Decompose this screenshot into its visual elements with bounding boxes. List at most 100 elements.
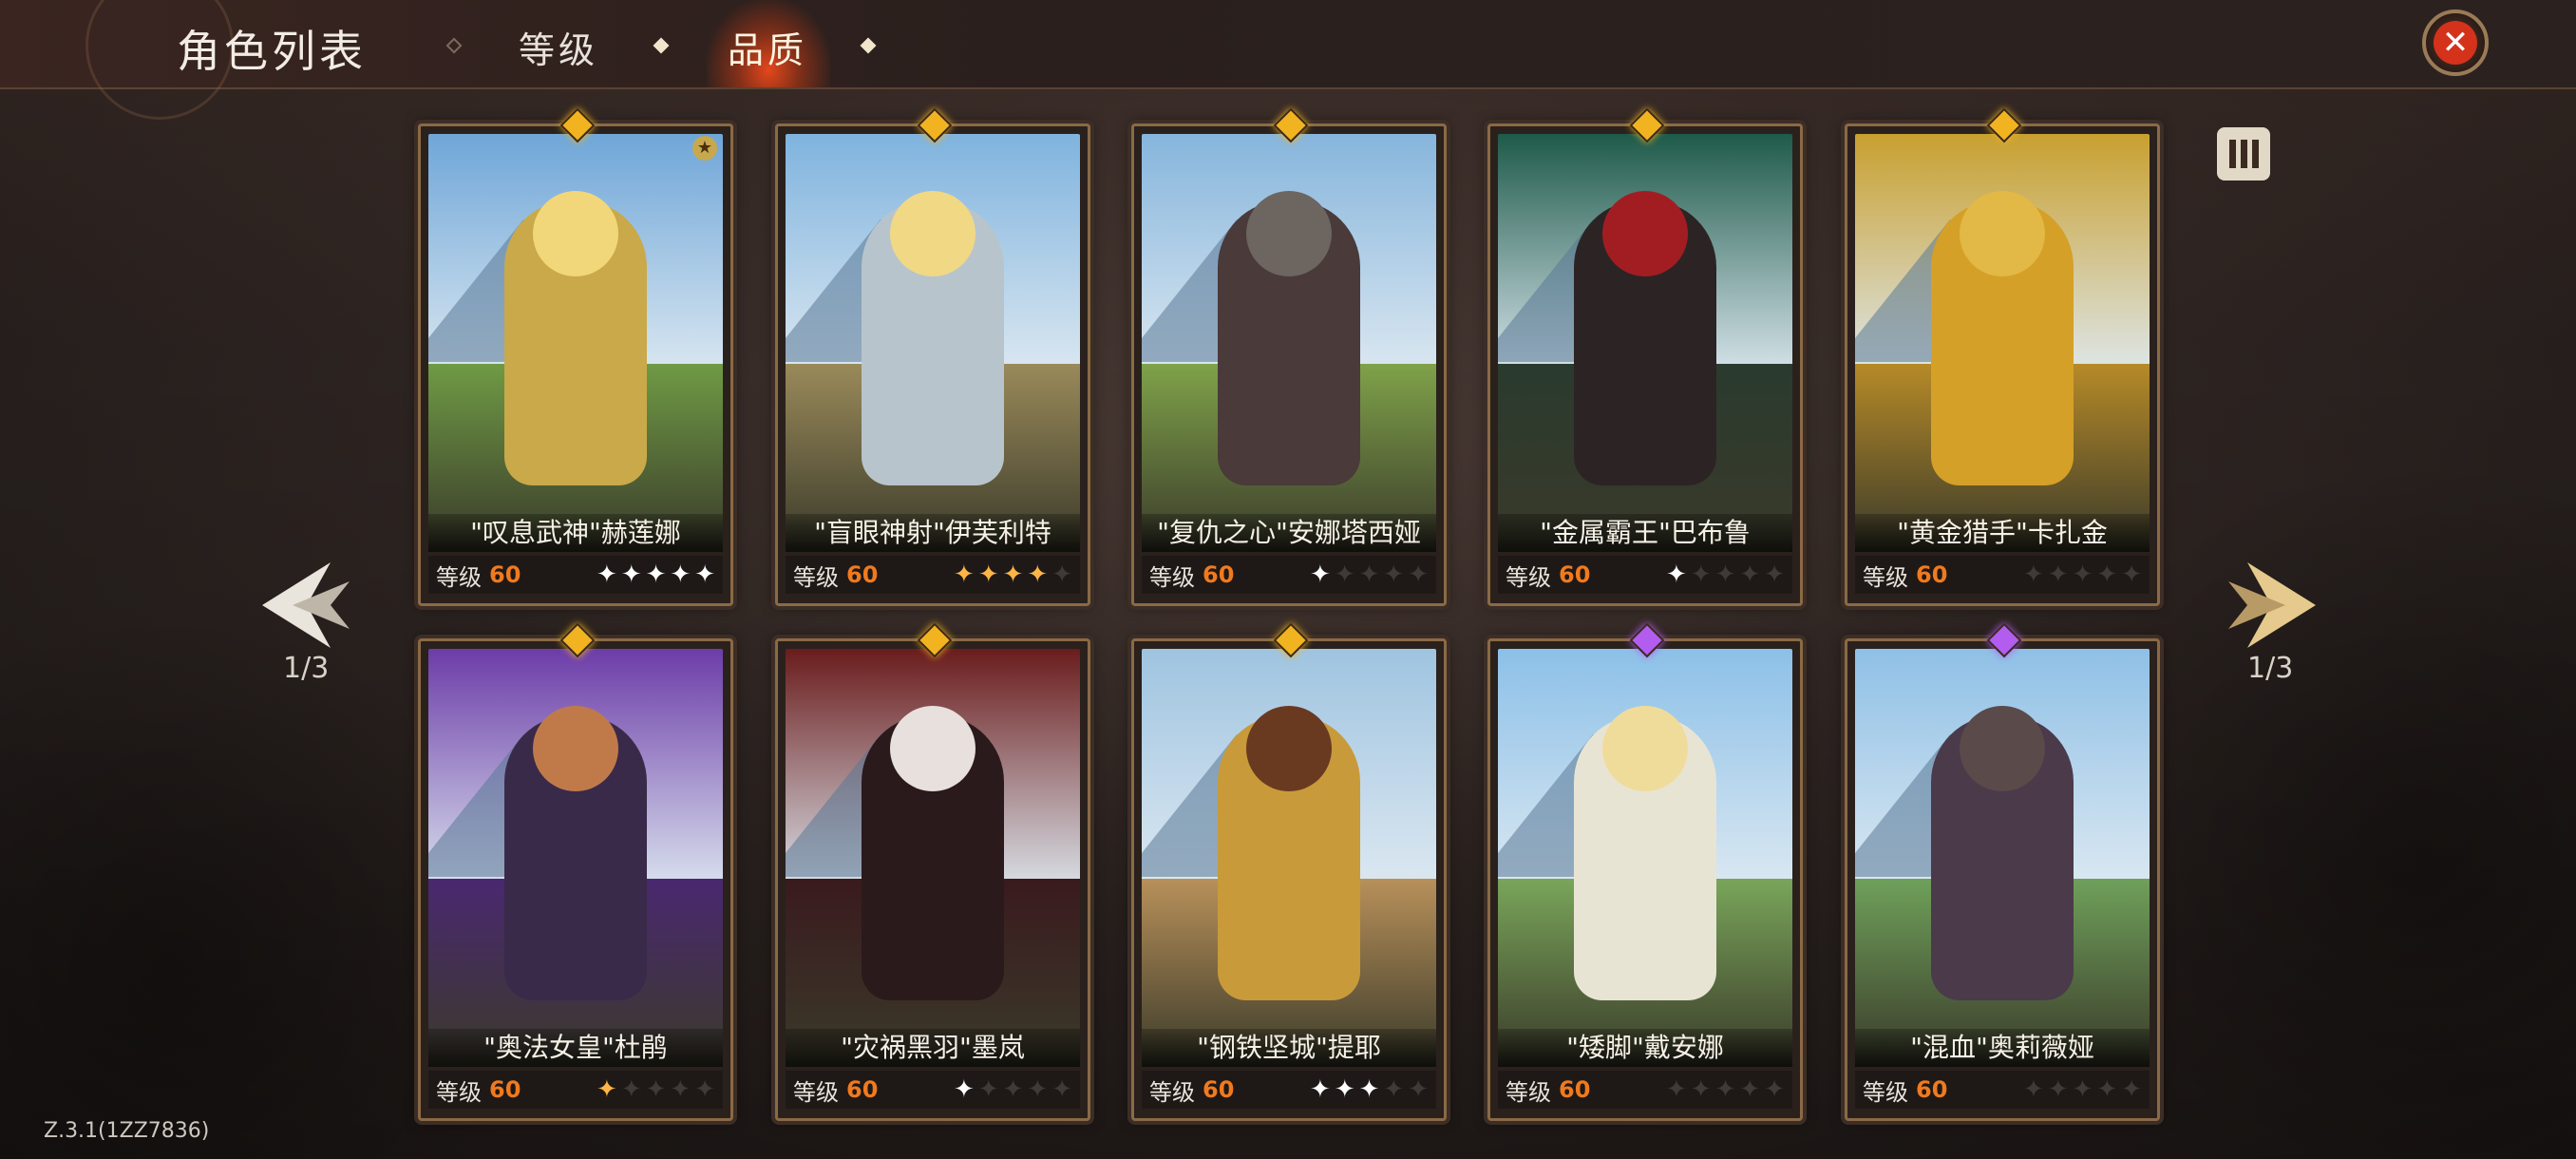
star-empty-icon: ✦ [1334, 560, 1355, 589]
star-empty-icon: ✦ [1002, 1075, 1024, 1104]
character-name: "金属霸王"巴布鲁 [1498, 514, 1792, 552]
character-portrait [1498, 649, 1792, 1067]
character-card[interactable]: "奥法女皇"杜鹃 等级 60 ✦ ✦ ✦ ✦ ✦ [418, 622, 733, 1121]
star-filled-icon: ✦ [1666, 560, 1687, 589]
star-rating: ✦ ✦ ✦ ✦ ✦ [1310, 562, 1429, 587]
star-rating: ✦ ✦ ✦ ✦ ✦ [1666, 1077, 1785, 1102]
filter-bar-icon [2240, 140, 2247, 168]
star-empty-icon: ✦ [694, 1075, 715, 1104]
level-label: 等级 [1506, 1078, 1551, 1106]
level-label: 等级 [1506, 563, 1551, 591]
character-name: "灾祸黑羽"墨岚 [786, 1029, 1080, 1067]
level-value: 60 [846, 561, 879, 588]
level-value: 60 [1559, 1076, 1591, 1103]
star-empty-icon: ✦ [1051, 560, 1072, 589]
character-card[interactable]: "混血"奥莉薇娅 等级 60 ✦ ✦ ✦ ✦ ✦ [1845, 622, 2160, 1121]
tab-level[interactable]: 等级 [519, 21, 598, 73]
star-empty-icon: ✦ [670, 1075, 691, 1104]
star-empty-icon: ✦ [2072, 1075, 2093, 1104]
star-empty-icon: ✦ [1051, 1075, 1072, 1104]
character-name: "钢铁坚城"提耶 [1142, 1029, 1436, 1067]
star-filled-icon: ✦ [954, 560, 975, 589]
star-empty-icon: ✦ [1383, 1075, 1405, 1104]
level-row: 等级 60 ✦ ✦ ✦ ✦ ✦ [428, 1071, 723, 1109]
character-card[interactable]: "矮脚"戴安娜等级 60 ✦ ✦ ✦ ✦ ✦ [1487, 622, 1803, 1121]
character-name: "复仇之心"安娜塔西娅 [1142, 514, 1436, 552]
top-bar: 角色列表 等级 品质 ✕ [0, 0, 2576, 120]
star-filled-icon: ✦ [694, 560, 715, 589]
star-empty-icon: ✦ [1666, 1075, 1687, 1104]
level-label: 等级 [436, 563, 482, 591]
star-filled-icon: ✦ [597, 1075, 617, 1104]
character-name: "混血"奥莉薇娅 [1855, 1029, 2150, 1067]
character-card[interactable]: ★ "叹息武神"赫莲娜 等级 60 ✦ ✦ ✦ ✦ ✦ [418, 107, 733, 606]
star-empty-icon: ✦ [1383, 560, 1405, 589]
star-rating: ✦ ✦ ✦ ✦ ✦ [954, 562, 1072, 587]
page-indicator-left: 1/3 [283, 652, 330, 685]
star-empty-icon: ✦ [2047, 560, 2069, 589]
page-indicator-right: 1/3 [2247, 652, 2294, 685]
tab-quality[interactable]: 品质 [728, 21, 807, 73]
star-filled-icon: ✦ [1027, 560, 1049, 589]
star-empty-icon: ✦ [2023, 560, 2044, 589]
star-filled-icon: ✦ [670, 560, 691, 589]
level-value: 60 [489, 1076, 521, 1103]
star-empty-icon: ✦ [645, 1075, 667, 1104]
star-empty-icon: ✦ [1408, 560, 1429, 589]
star-empty-icon: ✦ [2047, 1075, 2069, 1104]
level-row: 等级 60 ✦ ✦ ✦ ✦ ✦ [1142, 556, 1436, 594]
prev-page-arrow-icon[interactable] [255, 553, 359, 657]
character-name: "矮脚"戴安娜 [1498, 1029, 1792, 1067]
favorite-badge-icon: ★ [692, 136, 717, 161]
version-label: Z.3.1(1ZZ7836) [44, 1119, 210, 1143]
level-row: 等级 60 ✦ ✦ ✦ ✦ ✦ [786, 556, 1080, 594]
star-empty-icon: ✦ [2121, 560, 2142, 589]
character-portrait [1855, 134, 2150, 552]
character-card[interactable]: "盲眼神射"伊芙利特等级 60 ✦ ✦ ✦ ✦ ✦ [775, 107, 1090, 606]
level-label: 等级 [1863, 1078, 1908, 1106]
level-label: 等级 [436, 1078, 482, 1106]
star-filled-icon: ✦ [620, 560, 642, 589]
star-empty-icon: ✦ [1714, 560, 1736, 589]
page-title: 角色列表 [177, 26, 367, 77]
tab-separator-icon [653, 37, 670, 54]
level-value: 60 [1559, 561, 1591, 588]
character-portrait [1498, 134, 1792, 552]
close-icon: ✕ [2434, 21, 2477, 65]
character-card[interactable]: "黄金猎手"卡扎金 等级 60 ✦ ✦ ✦ ✦ ✦ [1845, 107, 2160, 606]
level-row: 等级 60 ✦ ✦ ✦ ✦ ✦ [786, 1071, 1080, 1109]
star-rating: ✦ ✦ ✦ ✦ ✦ [597, 562, 715, 587]
character-card[interactable]: "钢铁坚城"提耶 等级 60 ✦ ✦ ✦ ✦ ✦ [1131, 622, 1447, 1121]
star-empty-icon: ✦ [1764, 560, 1785, 589]
star-empty-icon: ✦ [620, 1075, 642, 1104]
star-empty-icon: ✦ [1714, 1075, 1736, 1104]
character-card[interactable]: "灾祸黑羽"墨岚 等级 60 ✦ ✦ ✦ ✦ ✦ [775, 622, 1090, 1121]
star-filled-icon: ✦ [954, 1075, 975, 1104]
filter-menu-button[interactable] [2217, 127, 2270, 180]
filter-bar-icon [2228, 140, 2236, 168]
star-empty-icon: ✦ [1739, 560, 1761, 589]
close-button[interactable]: ✕ [2422, 10, 2489, 76]
level-row: 等级 60 ✦ ✦ ✦ ✦ ✦ [428, 556, 723, 594]
filter-bar-icon [2251, 140, 2259, 168]
character-card[interactable]: "复仇之心"安娜塔西娅 等级 60 ✦ ✦ ✦ ✦ ✦ [1131, 107, 1447, 606]
star-empty-icon: ✦ [1690, 1075, 1712, 1104]
level-row: 等级 60 ✦ ✦ ✦ ✦ ✦ [1855, 556, 2150, 594]
star-empty-icon: ✦ [2121, 1075, 2142, 1104]
tab-separator-icon [445, 37, 463, 54]
star-empty-icon: ✦ [2023, 1075, 2044, 1104]
star-rating: ✦ ✦ ✦ ✦ ✦ [1310, 1077, 1429, 1102]
character-portrait [1855, 649, 2150, 1067]
character-portrait [786, 649, 1080, 1067]
character-name: "叹息武神"赫莲娜 [428, 514, 723, 552]
level-value: 60 [1916, 561, 1948, 588]
next-page-arrow-icon[interactable] [2219, 553, 2323, 657]
character-card[interactable]: "金属霸王"巴布鲁 等级 60 ✦ ✦ ✦ ✦ ✦ [1487, 107, 1803, 606]
character-portrait [428, 134, 723, 552]
star-filled-icon: ✦ [1002, 560, 1024, 589]
character-name: "盲眼神射"伊芙利特 [786, 514, 1080, 552]
star-rating: ✦ ✦ ✦ ✦ ✦ [597, 1077, 715, 1102]
level-value: 60 [1203, 1076, 1235, 1103]
level-label: 等级 [793, 563, 839, 591]
character-portrait [1142, 134, 1436, 552]
